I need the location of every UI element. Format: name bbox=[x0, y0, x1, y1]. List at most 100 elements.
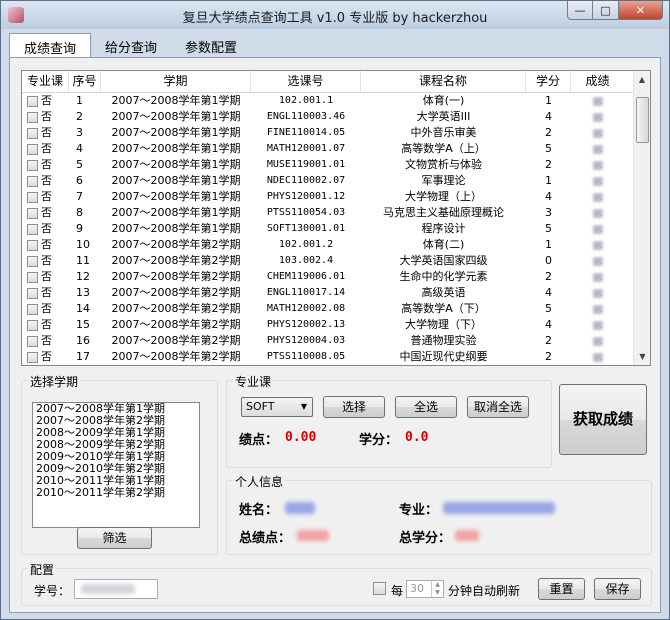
grade-redacted bbox=[592, 192, 603, 202]
major-checkbox[interactable] bbox=[27, 111, 38, 123]
row-credit: 2 bbox=[545, 126, 552, 139]
select-all-button[interactable]: 全选 bbox=[395, 396, 457, 418]
table-row[interactable]: 否 11 2007～2008学年第2学期 103.002.4 大学英语国家四级 0 bbox=[22, 253, 634, 269]
title-bar[interactable]: 复旦大学绩点查询工具 v1.0 专业版 by hackerzhou — □ ✕ bbox=[1, 1, 669, 29]
major-cell: 否 bbox=[22, 157, 69, 173]
table-row[interactable]: 否 2 2007～2008学年第1学期 ENGL110003.46 大学英语III 4 bbox=[22, 109, 634, 125]
save-button[interactable]: 保存 bbox=[594, 578, 641, 600]
major-cell: 否 bbox=[22, 189, 69, 205]
major-flag: 否 bbox=[41, 126, 52, 139]
interval-value: 30 bbox=[410, 582, 424, 595]
major-cell: 否 bbox=[22, 285, 69, 301]
major-checkbox[interactable] bbox=[27, 303, 38, 315]
row-number: 6 bbox=[76, 174, 83, 187]
term-select-title: 选择学期 bbox=[28, 373, 81, 390]
major-dropdown[interactable]: SOFT ▼ bbox=[241, 397, 313, 417]
scroll-down-icon[interactable]: ▼ bbox=[634, 348, 650, 365]
grade-redacted bbox=[592, 288, 603, 298]
major-cell: 否 bbox=[22, 93, 69, 109]
major-checkbox[interactable] bbox=[27, 95, 38, 107]
major-cell: 否 bbox=[22, 349, 69, 365]
table-row[interactable]: 否 6 2007～2008学年第1学期 NDEC110002.07 军事理论 1 bbox=[22, 173, 634, 189]
row-number: 11 bbox=[76, 254, 90, 267]
total-gpa-value-redacted bbox=[297, 530, 329, 541]
row-term: 2007～2008学年第1学期 bbox=[111, 190, 241, 203]
auto-refresh-checkbox[interactable] bbox=[373, 582, 386, 595]
maximize-button[interactable]: □ bbox=[593, 1, 619, 20]
major-checkbox[interactable] bbox=[27, 351, 38, 363]
fetch-grades-button[interactable]: 获取成绩 bbox=[559, 384, 647, 455]
major-checkbox[interactable] bbox=[27, 271, 38, 283]
row-course-name: 体育(一) bbox=[422, 94, 465, 107]
row-grade bbox=[571, 301, 624, 317]
deselect-all-button[interactable]: 取消全选 bbox=[467, 396, 529, 418]
table-row[interactable]: 否 3 2007～2008学年第1学期 FINE110014.05 中外音乐审美 2 bbox=[22, 125, 634, 141]
header-no[interactable]: 序号 bbox=[69, 71, 101, 93]
major-checkbox[interactable] bbox=[27, 127, 38, 139]
table-row[interactable]: 否 9 2007～2008学年第1学期 SOFT130001.01 程序设计 5 bbox=[22, 221, 634, 237]
row-course-code: 102.001.1 bbox=[278, 95, 334, 106]
table-row[interactable]: 否 1 2007～2008学年第1学期 102.001.1 体育(一) 1 bbox=[22, 93, 634, 109]
header-credit[interactable]: 学分 bbox=[526, 71, 571, 93]
minimize-button[interactable]: — bbox=[567, 1, 593, 20]
major-checkbox[interactable] bbox=[27, 159, 38, 171]
table-row[interactable]: 否 14 2007～2008学年第2学期 MATH120002.08 高等数学A（下） 5 bbox=[22, 301, 634, 317]
close-button[interactable]: ✕ bbox=[619, 1, 663, 20]
table-row[interactable]: 否 12 2007～2008学年第2学期 CHEM119006.01 生命中的化学元素 2 bbox=[22, 269, 634, 285]
table-row[interactable]: 否 15 2007～2008学年第2学期 PHYS120002.13 大学物理（下） 4 bbox=[22, 317, 634, 333]
row-number: 15 bbox=[76, 318, 90, 331]
spinner-arrows-icon[interactable]: ▲ ▼ bbox=[431, 581, 443, 597]
row-term: 2007～2008学年第1学期 bbox=[111, 206, 241, 219]
grade-redacted bbox=[592, 176, 603, 186]
major-checkbox[interactable] bbox=[27, 239, 38, 251]
row-grade bbox=[571, 333, 624, 349]
row-course-name: 军事理论 bbox=[421, 174, 466, 187]
row-number: 14 bbox=[76, 302, 90, 315]
select-button[interactable]: 选择 bbox=[323, 396, 385, 418]
major-checkbox[interactable] bbox=[27, 175, 38, 187]
tab-settings[interactable]: 参数配置 bbox=[171, 33, 251, 57]
major-checkbox[interactable] bbox=[27, 223, 38, 235]
term-item[interactable]: 2010～2011学年第2学期 bbox=[33, 487, 199, 499]
major-checkbox[interactable] bbox=[27, 255, 38, 267]
reset-button[interactable]: 重置 bbox=[538, 578, 585, 600]
table-row[interactable]: 否 7 2007～2008学年第1学期 PHYS120001.12 大学物理（上） 4 bbox=[22, 189, 634, 205]
student-id-input[interactable] bbox=[74, 579, 158, 599]
major-checkbox[interactable] bbox=[27, 207, 38, 219]
row-course-name: 程序设计 bbox=[421, 222, 466, 235]
table-row[interactable]: 否 10 2007～2008学年第2学期 102.001.2 体育(二) 1 bbox=[22, 237, 634, 253]
major-checkbox[interactable] bbox=[27, 191, 38, 203]
grid-body: 否 1 2007～2008学年第1学期 102.001.1 体育(一) 1 否 2 2007～2… bbox=[22, 93, 634, 365]
header-term[interactable]: 学期 bbox=[101, 71, 251, 93]
scroll-thumb[interactable] bbox=[636, 97, 649, 143]
major-flag: 否 bbox=[41, 318, 52, 331]
table-row[interactable]: 否 5 2007～2008学年第1学期 MUSE119001.01 文物赏析与体验 2 bbox=[22, 157, 634, 173]
table-row[interactable]: 否 13 2007～2008学年第2学期 ENGL110017.14 高级英语 4 bbox=[22, 285, 634, 301]
row-term: 2007～2008学年第1学期 bbox=[111, 174, 241, 187]
major-checkbox[interactable] bbox=[27, 287, 38, 299]
grid-scrollbar[interactable]: ▲ ▼ bbox=[633, 71, 650, 365]
row-number: 16 bbox=[76, 334, 90, 347]
table-row[interactable]: 否 4 2007～2008学年第1学期 MATH120001.07 高等数学A（上） 5 bbox=[22, 141, 634, 157]
major-checkbox[interactable] bbox=[27, 143, 38, 155]
table-row[interactable]: 否 8 2007～2008学年第1学期 PTSS110054.03 马克思主义基础原理概… bbox=[22, 205, 634, 221]
row-course-name: 生命中的化学元素 bbox=[399, 270, 488, 283]
tab-grade-query[interactable]: 成绩查询 bbox=[9, 33, 92, 58]
scroll-up-icon[interactable]: ▲ bbox=[634, 71, 650, 88]
row-number: 13 bbox=[76, 286, 90, 299]
major-checkbox[interactable] bbox=[27, 335, 38, 347]
header-course-code[interactable]: 选课号 bbox=[251, 71, 361, 93]
row-term: 2007～2008学年第1学期 bbox=[111, 110, 241, 123]
major-checkbox[interactable] bbox=[27, 319, 38, 331]
header-course-name[interactable]: 课程名称 bbox=[361, 71, 526, 93]
filter-button[interactable]: 筛选 bbox=[77, 527, 152, 549]
table-row[interactable]: 否 17 2007～2008学年第2学期 PTSS110008.05 中国近现代史纲要 2 bbox=[22, 349, 634, 365]
header-major[interactable]: 专业课 bbox=[22, 71, 69, 93]
major-flag: 否 bbox=[41, 190, 52, 203]
interval-spinner[interactable]: 30 ▲ ▼ bbox=[406, 580, 444, 598]
tab-score-query[interactable]: 给分查询 bbox=[91, 33, 171, 57]
row-course-code: MATH120002.08 bbox=[266, 303, 346, 314]
header-grade[interactable]: 成绩 bbox=[571, 71, 624, 93]
term-list[interactable]: 2007～2008学年第1学期 2007～2008学年第2学期 2008～200… bbox=[32, 402, 200, 528]
table-row[interactable]: 否 16 2007～2008学年第2学期 PHYS120004.03 普通物理实验 2 bbox=[22, 333, 634, 349]
